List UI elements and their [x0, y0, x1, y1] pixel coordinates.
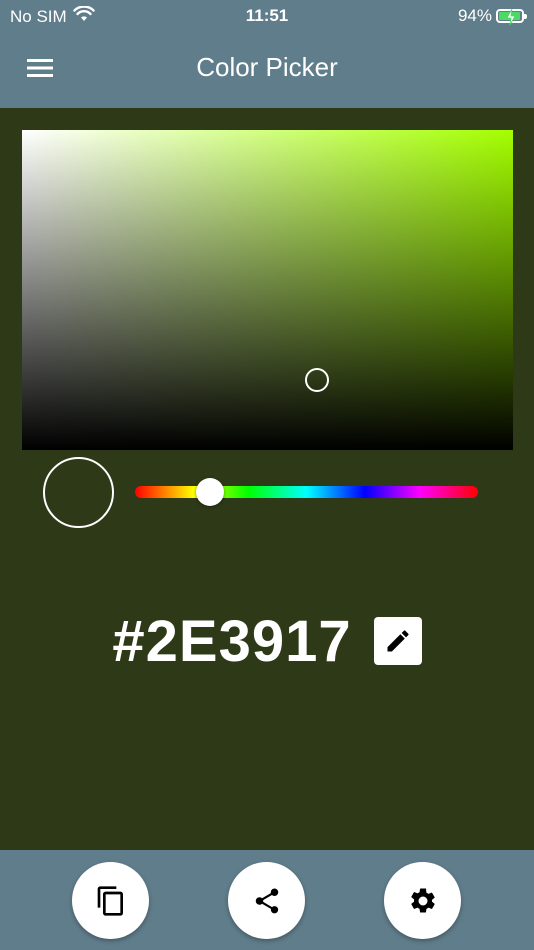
page-title: Color Picker: [196, 52, 338, 82]
status-bar: No SIM 11:51 94%: [0, 0, 534, 32]
edit-hex-button[interactable]: [373, 617, 422, 665]
hex-value: #2E3917: [112, 608, 352, 674]
app-bar: Color Picker: [0, 36, 534, 100]
battery-percent: 94%: [457, 6, 492, 25]
value-gradient: [22, 130, 513, 450]
pencil-icon: [387, 630, 409, 652]
hex-display: #2E3917: [0, 606, 534, 676]
top-bar: No SIM 11:51 94% Color Picker: [0, 0, 534, 108]
saturation-value-panel[interactable]: [22, 130, 513, 450]
color-cursor[interactable]: [304, 367, 329, 392]
charging-bolt-icon: [506, 8, 516, 26]
gear-icon: [410, 887, 435, 912]
copy-icon: [97, 885, 123, 916]
bottom-action-bar: [0, 850, 534, 950]
battery-group: 94%: [457, 6, 527, 26]
settings-button[interactable]: [384, 862, 461, 939]
share-button[interactable]: [228, 862, 305, 939]
color-preview-swatch: [43, 457, 114, 528]
share-icon: [255, 888, 278, 913]
copy-button[interactable]: [72, 862, 149, 939]
clock: 11:51: [245, 6, 289, 25]
hue-slider-thumb[interactable]: [196, 478, 225, 506]
hue-slider[interactable]: [135, 478, 478, 506]
battery-icon: [496, 8, 527, 26]
